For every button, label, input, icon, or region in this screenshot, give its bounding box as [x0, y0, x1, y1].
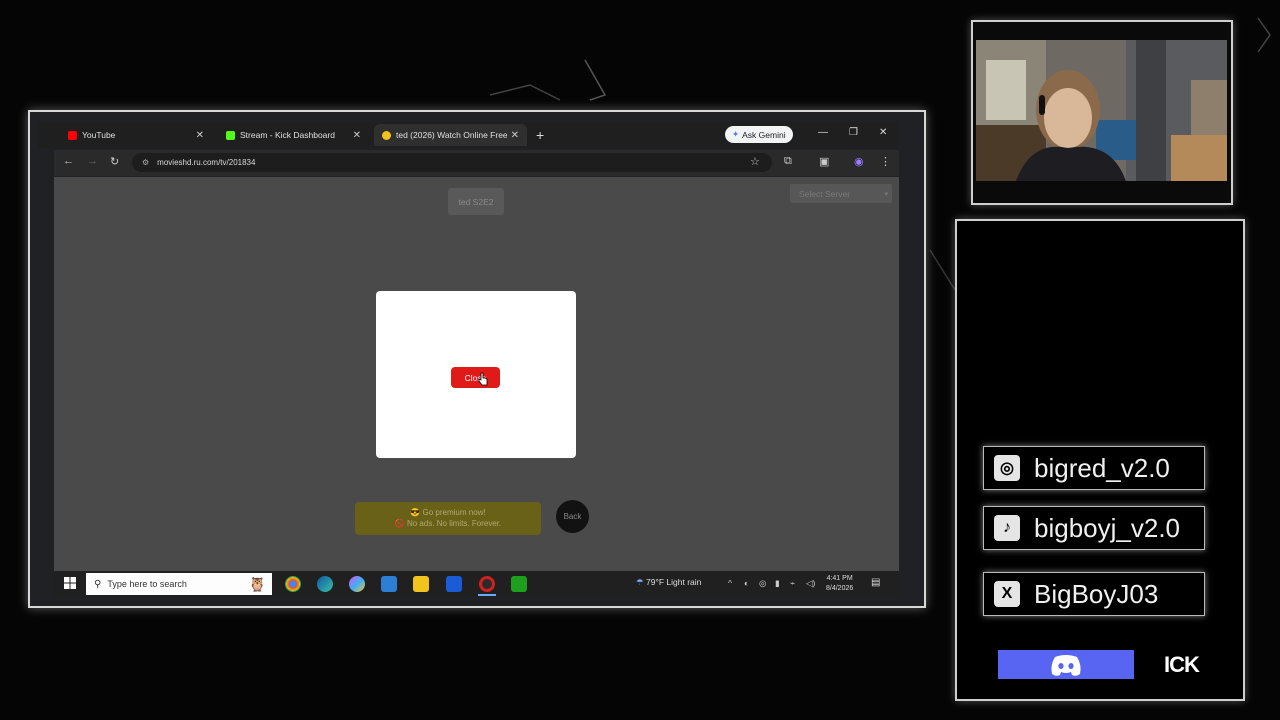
volume-icon[interactable]: ◁) [806, 578, 815, 589]
close-icon[interactable]: ✕ [353, 130, 361, 141]
gemini-sparkle-icon: ✦ [732, 129, 740, 139]
social-tiktok: ♪ bigboyj_v2.0 [983, 506, 1205, 550]
weather-icon: ☂ [636, 577, 644, 587]
reload-icon[interactable]: ↻ [110, 155, 119, 168]
social-handle: BigBoyJ03 [1034, 578, 1159, 609]
address-bar[interactable]: ⚙ movieshd.ru.com/tv/201834 [132, 153, 772, 172]
microphone-icon[interactable]: ▮ [775, 578, 780, 589]
restore-icon[interactable]: ❐ [849, 127, 858, 138]
profile-avatar-icon[interactable]: ◉ [854, 155, 864, 168]
window-close-icon[interactable]: ✕ [879, 127, 887, 138]
discord-icon [1051, 654, 1081, 676]
site-info-icon[interactable]: ⚙ [142, 158, 149, 167]
url-text: movieshd.ru.com/tv/201834 [157, 158, 256, 167]
back-arrow-icon[interactable]: ← [63, 155, 74, 167]
network-icon[interactable]: ⌁ [790, 578, 795, 589]
instagram-icon: ◎ [994, 455, 1020, 481]
store-icon[interactable] [446, 576, 462, 592]
premium-banner[interactable]: 😎 Go premium now! 🚫 No ads. No limits. F… [355, 502, 541, 535]
windows-start-icon[interactable] [64, 577, 76, 589]
tray-app-icon[interactable]: ◎ [759, 578, 766, 589]
sidepanel-icon[interactable]: ▣ [819, 155, 829, 168]
menu-kebab-icon[interactable]: ⋮ [880, 155, 891, 168]
tab-kick-dashboard[interactable]: Stream - Kick Dashboard ✕ [218, 124, 369, 146]
tab-label: Stream - Kick Dashboard [240, 130, 335, 140]
x-icon: X [994, 581, 1020, 607]
edge-icon[interactable] [317, 576, 333, 592]
episode-label: ted S2E2 [448, 188, 504, 215]
search-placeholder: Type here to search [107, 579, 187, 589]
copilot-icon[interactable] [349, 576, 365, 592]
mail-icon[interactable] [381, 576, 397, 592]
server-select-label: Select Server [799, 188, 851, 199]
forward-arrow-icon[interactable]: → [87, 155, 98, 167]
system-clock[interactable]: 4:41 PM 8/4/2026 [826, 574, 853, 594]
tab-label: ted (2026) Watch Online Free [396, 130, 507, 140]
chrome-icon[interactable] [285, 576, 301, 592]
gemini-label: Ask Gemini [742, 129, 786, 140]
close-icon[interactable]: ✕ [511, 130, 519, 141]
social-handle: bigred_v2.0 [1034, 452, 1170, 483]
minimize-icon[interactable]: — [818, 127, 828, 138]
clock-time: 4:41 PM [826, 575, 853, 582]
extensions-icon[interactable]: ⧉ [784, 155, 792, 168]
social-handle: bigboyj_v2.0 [1034, 512, 1180, 543]
clock-date: 8/4/2026 [826, 585, 854, 592]
server-select[interactable]: Select Server ▾ [790, 184, 892, 203]
notifications-icon[interactable]: ▤ [871, 577, 880, 588]
tab-youtube[interactable]: YouTube ✕ [60, 124, 212, 146]
tray-app-icon[interactable]: ◐ [744, 578, 749, 588]
taskbar-search[interactable]: ⚲ Type here to search 🦉 [86, 573, 272, 595]
premium-line-1: 😎 Go premium now! [410, 508, 486, 517]
close-button[interactable]: Close [451, 367, 500, 388]
close-icon[interactable]: ✕ [196, 130, 204, 141]
obs-icon[interactable] [479, 576, 495, 592]
kick-logo: ICK [1164, 652, 1200, 677]
tab-movie[interactable]: ted (2026) Watch Online Free ✕ [374, 124, 527, 146]
bookmark-star-icon[interactable]: ☆ [750, 155, 760, 168]
kick-icon [226, 130, 235, 140]
ask-gemini-button[interactable]: ✦ Ask Gemini [725, 126, 793, 143]
tray-chevron-icon[interactable]: ^ [728, 578, 732, 588]
weather-text: 79°F Light rain [646, 577, 702, 587]
weather-widget[interactable]: ☂ 79°F Light rain [636, 577, 701, 588]
discord-logo [998, 650, 1134, 679]
xbox-icon[interactable] [511, 576, 527, 592]
premium-line-2: 🚫 No ads. No limits. Forever. [394, 519, 502, 528]
active-app-indicator [478, 594, 496, 596]
social-instagram: ◎ bigred_v2.0 [983, 446, 1205, 490]
hand-cursor-icon [478, 372, 488, 386]
new-tab-icon[interactable]: + [536, 127, 544, 143]
chevron-down-icon: ▾ [884, 190, 888, 198]
youtube-icon [68, 130, 77, 140]
owl-doodle-icon: 🦉 [248, 575, 266, 592]
tab-label: YouTube [82, 130, 116, 140]
tiktok-icon: ♪ [994, 515, 1020, 541]
search-icon: ⚲ [94, 578, 102, 590]
webcam-feed [976, 40, 1227, 181]
back-button[interactable]: Back [556, 500, 589, 533]
file-explorer-icon[interactable] [413, 576, 429, 592]
social-x: X BigBoyJ03 [983, 572, 1205, 616]
site-favicon-icon [382, 130, 391, 140]
